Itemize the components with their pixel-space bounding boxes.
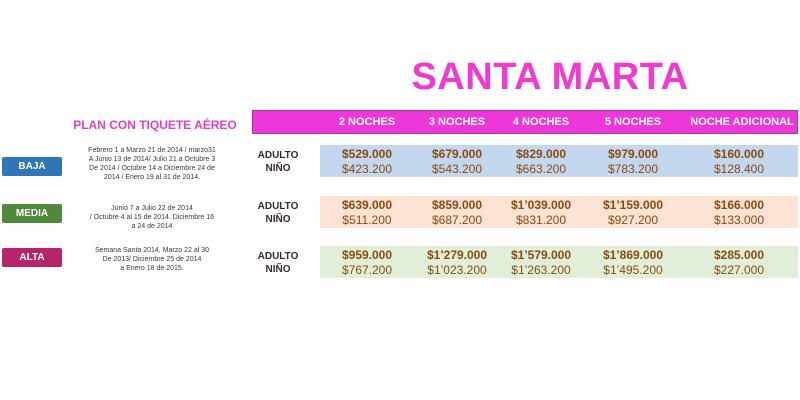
season-button-alta[interactable]: ALTA — [2, 248, 62, 267]
label-adult: ADULTO — [257, 251, 299, 262]
page-title: SANTA MARTA — [411, 56, 689, 98]
season-dates-baja: Febrero 1 a Marzo 21 de 2014 / marzo31 A… — [88, 147, 216, 181]
season-button-media[interactable]: MEDIA — [2, 204, 62, 223]
price-cell: $1’159.000 $927.200 — [602, 198, 664, 227]
season-dates-media: Junio 7 a Julio 22 de 2014 / Octubre 4 a… — [89, 205, 215, 230]
price-cell: $166.000 $133.000 — [713, 198, 765, 227]
label-child: NIÑO — [265, 214, 291, 225]
label-child: NIÑO — [265, 163, 291, 174]
price-cell: $1’869.000 $1’495.200 — [602, 248, 664, 277]
season-button-baja[interactable]: BAJA — [2, 157, 62, 176]
column-header-5-noches: 5 NOCHES — [604, 116, 662, 128]
price-cell: $285.000 $227.000 — [713, 248, 765, 277]
label-adult: ADULTO — [257, 150, 299, 161]
price-cell: $160.000 $128.400 — [713, 147, 765, 176]
column-header-noche-adicional: NOCHE ADICIONAL — [690, 116, 794, 128]
price-cell: $979.000 $783.200 — [607, 147, 659, 176]
season-dates-alta: Semana Santa 2014, Marzo 22 al 30 De 201… — [94, 247, 210, 272]
plan-label: PLAN CON TIQUETE AÉREO — [73, 118, 237, 132]
label-adult: ADULTO — [257, 201, 299, 212]
label-child: NIÑO — [265, 264, 291, 275]
